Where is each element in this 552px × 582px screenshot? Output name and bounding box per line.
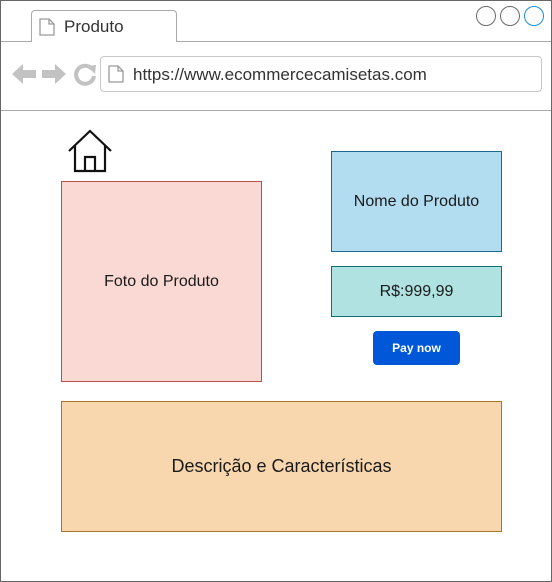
window-button[interactable] xyxy=(500,6,520,26)
refresh-icon[interactable] xyxy=(73,62,97,86)
url-bar[interactable]: https://www.ecommercecamisetas.com xyxy=(100,56,542,92)
photo-label: Foto do Produto xyxy=(104,272,219,290)
description-box: Descrição e Características xyxy=(61,401,502,532)
description-label: Descrição e Características xyxy=(171,456,392,476)
product-name-box: Nome do Produto xyxy=(331,151,502,252)
url-text: https://www.ecommercecamisetas.com xyxy=(133,65,427,84)
tab-title: Produto xyxy=(64,17,124,36)
window-button[interactable] xyxy=(476,6,496,26)
browser-window: Produto https://www.ecommercecamisetas.c… xyxy=(0,0,552,582)
page-icon xyxy=(39,18,55,36)
browser-tab[interactable]: Produto xyxy=(31,10,177,42)
product-name: Nome do Produto xyxy=(353,192,480,210)
browser-toolbar: https://www.ecommercecamisetas.com xyxy=(1,42,551,111)
price-box: R$:999,99 xyxy=(331,266,502,317)
pay-now-button[interactable]: Pay now xyxy=(373,331,460,365)
product-price: R$:999,99 xyxy=(379,282,454,300)
window-button[interactable] xyxy=(524,6,544,26)
browser-titlebar: Produto xyxy=(1,1,551,42)
home-icon[interactable] xyxy=(67,129,113,173)
arrow-right-icon[interactable] xyxy=(41,62,67,86)
page-icon xyxy=(108,65,124,83)
product-photo-placeholder: Foto do Produto xyxy=(61,181,262,382)
arrow-left-icon[interactable] xyxy=(11,62,37,86)
